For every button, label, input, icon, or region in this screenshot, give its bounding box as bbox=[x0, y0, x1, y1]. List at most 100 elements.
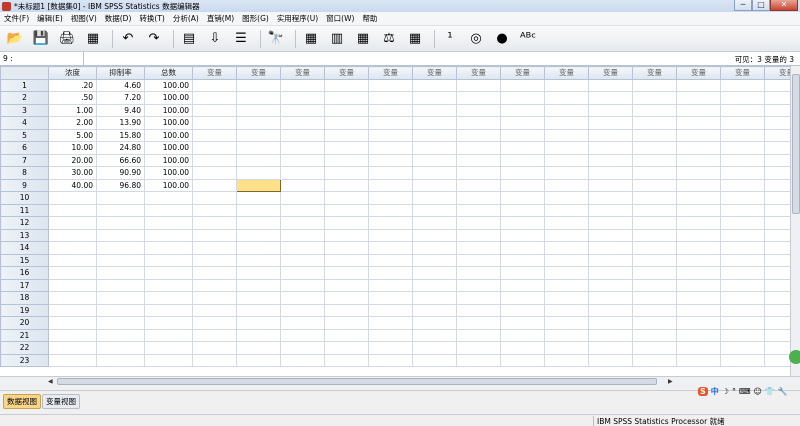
data-cell[interactable] bbox=[412, 103, 457, 117]
data-cell[interactable] bbox=[588, 203, 633, 217]
data-cell[interactable] bbox=[544, 103, 589, 117]
data-cell[interactable] bbox=[676, 103, 721, 117]
data-cell[interactable] bbox=[764, 178, 790, 192]
row-header[interactable]: 5 bbox=[0, 128, 49, 142]
data-cell[interactable] bbox=[500, 178, 545, 192]
data-cell[interactable] bbox=[544, 91, 589, 105]
insert-variable-icon[interactable]: ▥ bbox=[326, 29, 348, 49]
data-cell[interactable] bbox=[500, 241, 545, 255]
data-cell[interactable] bbox=[368, 191, 413, 205]
data-cell[interactable] bbox=[324, 203, 369, 217]
data-cell[interactable] bbox=[280, 228, 325, 242]
column-header-empty[interactable]: 变量 bbox=[588, 66, 633, 80]
data-cell[interactable] bbox=[456, 291, 501, 305]
data-cell[interactable] bbox=[324, 191, 369, 205]
data-cell[interactable] bbox=[48, 203, 97, 217]
data-cell[interactable] bbox=[588, 266, 633, 280]
data-cell[interactable] bbox=[412, 178, 457, 192]
data-cell[interactable]: 90.90 bbox=[96, 166, 145, 180]
data-cell[interactable] bbox=[144, 191, 193, 205]
data-cell[interactable] bbox=[720, 191, 765, 205]
data-cell[interactable] bbox=[456, 116, 501, 130]
data-cell[interactable] bbox=[676, 253, 721, 267]
data-cell[interactable] bbox=[144, 216, 193, 230]
data-cell[interactable] bbox=[412, 253, 457, 267]
column-header-empty[interactable]: 变量 bbox=[324, 66, 369, 80]
data-cell[interactable]: 100.00 bbox=[144, 78, 193, 92]
data-cell[interactable] bbox=[544, 128, 589, 142]
data-cell[interactable] bbox=[588, 91, 633, 105]
data-cell[interactable]: 5.00 bbox=[48, 128, 97, 142]
data-cell[interactable] bbox=[632, 241, 677, 255]
data-cell[interactable] bbox=[720, 341, 765, 355]
minimize-button[interactable]: ─ bbox=[734, 0, 752, 11]
data-cell[interactable] bbox=[456, 266, 501, 280]
row-header[interactable]: 17 bbox=[0, 278, 49, 292]
data-cell[interactable] bbox=[192, 253, 237, 267]
data-cell[interactable] bbox=[368, 228, 413, 242]
data-cell[interactable] bbox=[456, 153, 501, 167]
wrench-icon[interactable]: 🔧 bbox=[778, 387, 788, 396]
row-header[interactable]: 19 bbox=[0, 303, 49, 317]
data-cell[interactable] bbox=[192, 316, 237, 330]
data-cell[interactable] bbox=[500, 216, 545, 230]
tab-variable-view[interactable]: 变量视图 bbox=[42, 394, 80, 409]
row-header[interactable]: 13 bbox=[0, 228, 49, 242]
data-cell[interactable] bbox=[500, 191, 545, 205]
data-cell[interactable] bbox=[676, 303, 721, 317]
data-cell[interactable] bbox=[192, 303, 237, 317]
data-cell[interactable] bbox=[676, 178, 721, 192]
tshirt-icon[interactable]: 👕 bbox=[765, 387, 775, 396]
data-cell[interactable] bbox=[764, 278, 790, 292]
data-cell[interactable] bbox=[144, 278, 193, 292]
data-cell[interactable] bbox=[412, 191, 457, 205]
data-cell[interactable] bbox=[676, 278, 721, 292]
data-cell[interactable]: 24.80 bbox=[96, 141, 145, 155]
data-cell[interactable] bbox=[412, 78, 457, 92]
data-cell[interactable] bbox=[764, 141, 790, 155]
data-cell[interactable] bbox=[96, 216, 145, 230]
data-cell[interactable] bbox=[676, 153, 721, 167]
data-cell[interactable] bbox=[236, 328, 281, 342]
row-header[interactable]: 11 bbox=[0, 203, 49, 217]
data-cell[interactable] bbox=[676, 266, 721, 280]
data-cell[interactable] bbox=[632, 153, 677, 167]
data-cell[interactable] bbox=[500, 166, 545, 180]
column-header-2[interactable]: 抑制率 bbox=[96, 66, 145, 80]
vertical-scrollbar[interactable] bbox=[790, 66, 800, 376]
data-cell[interactable] bbox=[236, 203, 281, 217]
data-cell[interactable] bbox=[280, 178, 325, 192]
row-header[interactable]: 6 bbox=[0, 141, 49, 155]
data-cell[interactable] bbox=[588, 278, 633, 292]
data-cell[interactable] bbox=[500, 116, 545, 130]
data-cell[interactable] bbox=[720, 316, 765, 330]
data-cell[interactable] bbox=[544, 216, 589, 230]
data-cell[interactable] bbox=[456, 78, 501, 92]
data-cell[interactable] bbox=[412, 303, 457, 317]
data-cell[interactable] bbox=[676, 116, 721, 130]
redo-icon[interactable]: ↷ bbox=[143, 29, 165, 49]
data-cell[interactable] bbox=[544, 178, 589, 192]
data-cell[interactable] bbox=[412, 241, 457, 255]
data-cell[interactable] bbox=[720, 203, 765, 217]
data-cell[interactable] bbox=[412, 166, 457, 180]
data-cell[interactable] bbox=[412, 341, 457, 355]
data-cell[interactable] bbox=[632, 303, 677, 317]
data-cell[interactable] bbox=[412, 266, 457, 280]
data-cell[interactable] bbox=[48, 328, 97, 342]
data-cell[interactable] bbox=[236, 341, 281, 355]
data-cell[interactable] bbox=[676, 128, 721, 142]
data-cell[interactable] bbox=[544, 316, 589, 330]
data-cell[interactable] bbox=[48, 353, 97, 367]
data-cell[interactable] bbox=[236, 91, 281, 105]
weight-cases-icon[interactable]: ⚖ bbox=[378, 29, 400, 49]
data-cell[interactable] bbox=[368, 278, 413, 292]
data-cell[interactable] bbox=[764, 266, 790, 280]
data-cell[interactable] bbox=[456, 178, 501, 192]
data-cell[interactable] bbox=[632, 266, 677, 280]
data-cell[interactable] bbox=[96, 203, 145, 217]
data-cell[interactable] bbox=[456, 316, 501, 330]
data-cell[interactable] bbox=[368, 241, 413, 255]
data-cell[interactable] bbox=[764, 228, 790, 242]
data-cell[interactable] bbox=[368, 291, 413, 305]
